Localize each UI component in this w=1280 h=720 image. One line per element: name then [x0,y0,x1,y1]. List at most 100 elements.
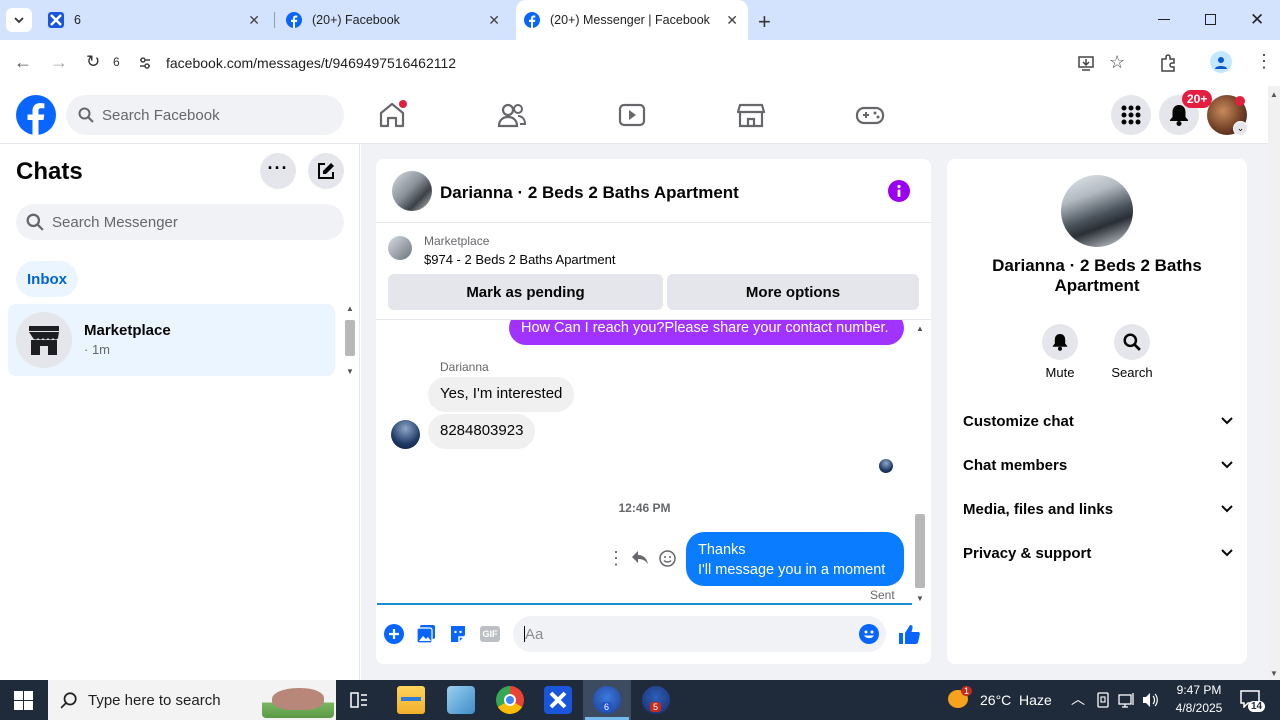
tab-1[interactable]: 6 ✕ [40,0,270,40]
mark-as-pending-button[interactable]: Mark as pending [388,274,663,310]
menu-button[interactable] [1111,95,1151,135]
tab-2[interactable]: (20+) Facebook ✕ [278,0,510,40]
message-incoming-2[interactable]: 8284803923 [428,414,536,449]
emoji-icon[interactable] [859,624,879,644]
tab-3-close-icon[interactable]: ✕ [726,12,738,29]
react-emoji-icon[interactable] [659,550,676,567]
search-icon [78,107,94,123]
gif-icon[interactable]: GIF [480,626,500,642]
thumbs-up-icon[interactable] [898,623,920,645]
windows-start-icon[interactable] [14,691,33,710]
search-conversation-button[interactable] [1114,324,1150,360]
tab-1-close-icon[interactable]: ✕ [248,12,260,29]
chevron-down-icon [14,17,24,24]
customize-chat-label: Customize chat [963,412,1074,430]
facebook-search-bar[interactable]: Search Facebook [66,95,344,135]
bell-icon [1052,334,1068,351]
site-settings-icon[interactable] [137,55,153,71]
weather-badge: 1 [961,686,973,696]
listing-title[interactable]: $974 - 2 Beds 2 Baths Apartment [424,252,616,267]
file-explorer-icon[interactable] [397,686,425,714]
chat-members-item[interactable]: Chat members [963,445,1233,485]
conversation-avatar[interactable] [392,171,432,211]
clock-time[interactable]: 9:47 PM [1165,683,1233,697]
task-view-icon[interactable] [349,690,369,710]
notepad-app-icon[interactable] [447,686,475,714]
tab-2-close-icon[interactable]: ✕ [488,12,500,29]
notification-count: 14 [1248,701,1266,712]
message-more-icon[interactable]: ⋮ [607,549,625,567]
restore-icon[interactable] [1205,14,1216,25]
message-input[interactable]: Aa [513,616,886,652]
chats-options-button[interactable]: ··· [260,153,296,189]
sticker-icon[interactable] [448,624,468,644]
conversation-title[interactable]: Darianna · 2 Beds 2 Baths Apartment [440,183,739,203]
install-app-icon[interactable] [1077,54,1095,72]
photo-icon[interactable] [416,624,436,644]
friends-icon[interactable] [496,100,528,130]
storefront-icon [29,326,59,355]
conversation-header[interactable]: Darianna · 2 Beds 2 Baths Apartment [376,159,931,223]
browser-menu-icon[interactable]: ⋮ [1255,52,1273,70]
weather-text[interactable]: 26°C Haze [980,692,1052,708]
grid-menu-icon [1121,105,1141,125]
network-icon[interactable] [1118,692,1136,708]
extensions-icon[interactable] [1159,53,1178,72]
messenger-search-bar[interactable]: Search Messenger [16,204,344,240]
sent-status: Sent [870,588,895,602]
page-scrollbar[interactable]: ▲ ▼ [1268,86,1280,680]
account-chevron-icon[interactable]: ⌄ [1233,121,1248,136]
gaming-icon[interactable] [854,100,886,130]
chat-item-name: Marketplace [84,322,171,339]
plus-circle-icon[interactable] [384,624,404,644]
privacy-support-label: Privacy & support [963,544,1092,562]
sender-avatar[interactable] [391,420,420,449]
info-avatar[interactable] [1061,175,1133,247]
more-options-button[interactable]: More options [667,274,919,310]
facebook-logo-icon[interactable] [16,95,56,135]
bookmark-star-icon[interactable]: ☆ [1109,52,1125,73]
reload-icon[interactable]: ↻ [86,52,100,72]
tray-chevron-icon[interactable]: ︿ [1071,689,1085,709]
mute-button[interactable] [1042,324,1078,360]
home-icon[interactable] [376,100,408,130]
profile-avatar-icon[interactable] [1210,51,1232,73]
facebook-favicon-icon [524,12,540,28]
info-icon[interactable] [888,180,910,202]
chat-list-scrollbar[interactable]: ▲ ▼ [343,304,357,376]
media-files-links-item[interactable]: Media, files and links [963,489,1233,529]
url-text[interactable]: facebook.com/messages/t/9469497516462112 [166,55,456,71]
message-incoming-1[interactable]: Yes, I'm interested [428,377,575,412]
message-list-scrollbar[interactable]: ▲ ▼ [913,320,927,603]
volume-icon[interactable] [1142,692,1158,708]
listing-thumbnail[interactable] [388,236,412,260]
marketplace-icon[interactable] [735,100,767,130]
new-tab-icon[interactable]: + [758,9,771,35]
message-outgoing-last[interactable]: Thanks I'll message you in a moment [686,532,904,586]
device-icon[interactable] [1096,692,1110,708]
minimize-icon[interactable] [1158,19,1170,20]
tab-3-active[interactable]: (20+) Messenger | Facebook ✕ [516,0,748,40]
back-icon[interactable]: ← [14,52,32,73]
chrome-icon[interactable] [496,686,524,714]
search-icon [60,692,77,709]
forward-icon[interactable]: → [50,52,68,73]
composer-divider [377,603,912,605]
new-message-button[interactable] [308,153,344,189]
tab-1-title: 6 [74,13,81,27]
customize-chat-item[interactable]: Customize chat [963,401,1233,441]
reply-icon[interactable] [631,550,649,566]
privacy-support-item[interactable]: Privacy & support [963,533,1233,573]
video-icon[interactable] [616,100,648,130]
chat-list-item-marketplace[interactable]: Marketplace · 1m [8,304,335,376]
sender-name: Darianna [440,360,489,374]
messenger-search-placeholder: Search Messenger [52,213,178,231]
inbox-tab[interactable]: Inbox [16,261,78,297]
close-window-icon[interactable]: ✕ [1250,10,1264,30]
tab-search-button[interactable] [6,8,32,32]
app-x-icon[interactable] [544,686,572,714]
clock-date[interactable]: 4/8/2025 [1165,701,1233,715]
search-label: Search [1111,365,1153,380]
message-timestamp: 12:46 PM [618,501,671,515]
message-outgoing-top[interactable]: How Can I reach you?Please share your co… [509,320,904,345]
